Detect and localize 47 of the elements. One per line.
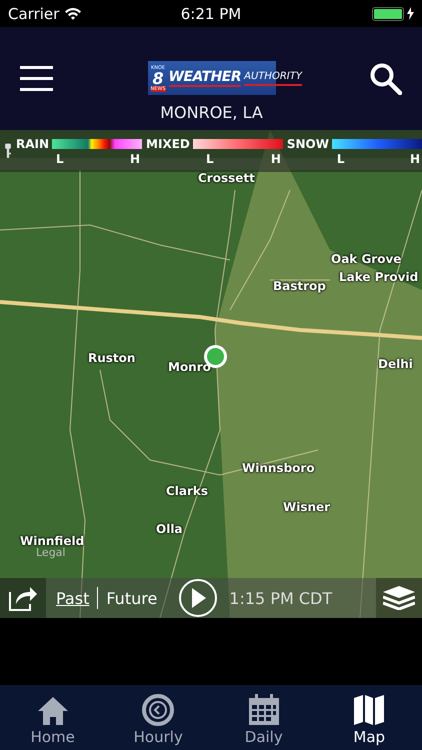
location-name: MONROE, LA	[160, 103, 263, 122]
layers-button[interactable]	[376, 578, 422, 618]
tab-bar-item[interactable]: Hourly	[106, 685, 211, 750]
tab-bar-item[interactable]: Map	[316, 685, 422, 750]
share-icon	[8, 584, 38, 612]
mode-tab[interactable]: Future	[106, 588, 158, 608]
share-button[interactable]	[0, 578, 46, 618]
scale-low-label: L	[56, 152, 64, 166]
play-icon	[190, 588, 206, 608]
map-place-label: Delhi	[378, 357, 413, 371]
legend-label: SNOW	[286, 136, 329, 150]
map-place-label: Crossett	[198, 171, 255, 185]
search-icon[interactable]	[370, 62, 402, 94]
wifi-icon	[64, 7, 82, 20]
charging-icon	[406, 7, 414, 20]
map-place-label: Winnfield	[20, 534, 84, 548]
scale-low-label: L	[206, 152, 214, 166]
carrier-name: Carrier	[8, 4, 60, 22]
map-place-label: Monro	[168, 360, 211, 374]
map-place-label: Winnsboro	[242, 461, 315, 475]
map-place-label: Wisner	[283, 500, 330, 514]
mode-tab[interactable]: Past	[56, 588, 90, 608]
tab-bar-item[interactable]: Home	[0, 685, 106, 750]
legend-label: RAIN	[16, 136, 50, 150]
satellite-map[interactable]	[0, 130, 422, 618]
logo-title: WEATHER	[168, 69, 242, 87]
clock-icon	[142, 694, 174, 726]
menu-icon[interactable]	[20, 66, 53, 91]
scale-high-label: H	[410, 152, 420, 166]
home-icon	[36, 696, 69, 726]
scale-high-label: H	[130, 152, 140, 166]
map-place-label: Bastrop	[273, 279, 326, 293]
map-place-label: Oak Grove	[331, 252, 402, 266]
logo-subtitle: AUTHORITY	[244, 70, 302, 86]
scale-low-label: L	[336, 152, 345, 166]
tab-bar-item[interactable]: Daily	[211, 685, 316, 750]
calendar-icon	[248, 694, 280, 726]
scale-high-label: H	[270, 152, 281, 166]
logo-badge-number: 8	[152, 70, 164, 86]
legend-label: MIXED	[146, 136, 190, 150]
battery-icon	[372, 6, 404, 20]
map-place-label: Olla	[156, 522, 183, 536]
timestamp: 1:15 PM CDT	[229, 588, 332, 608]
status-time: 6:21 PM	[180, 4, 242, 22]
map-place-label: Ruston	[88, 351, 136, 365]
map-icon	[353, 694, 386, 726]
layers-icon	[383, 586, 415, 610]
